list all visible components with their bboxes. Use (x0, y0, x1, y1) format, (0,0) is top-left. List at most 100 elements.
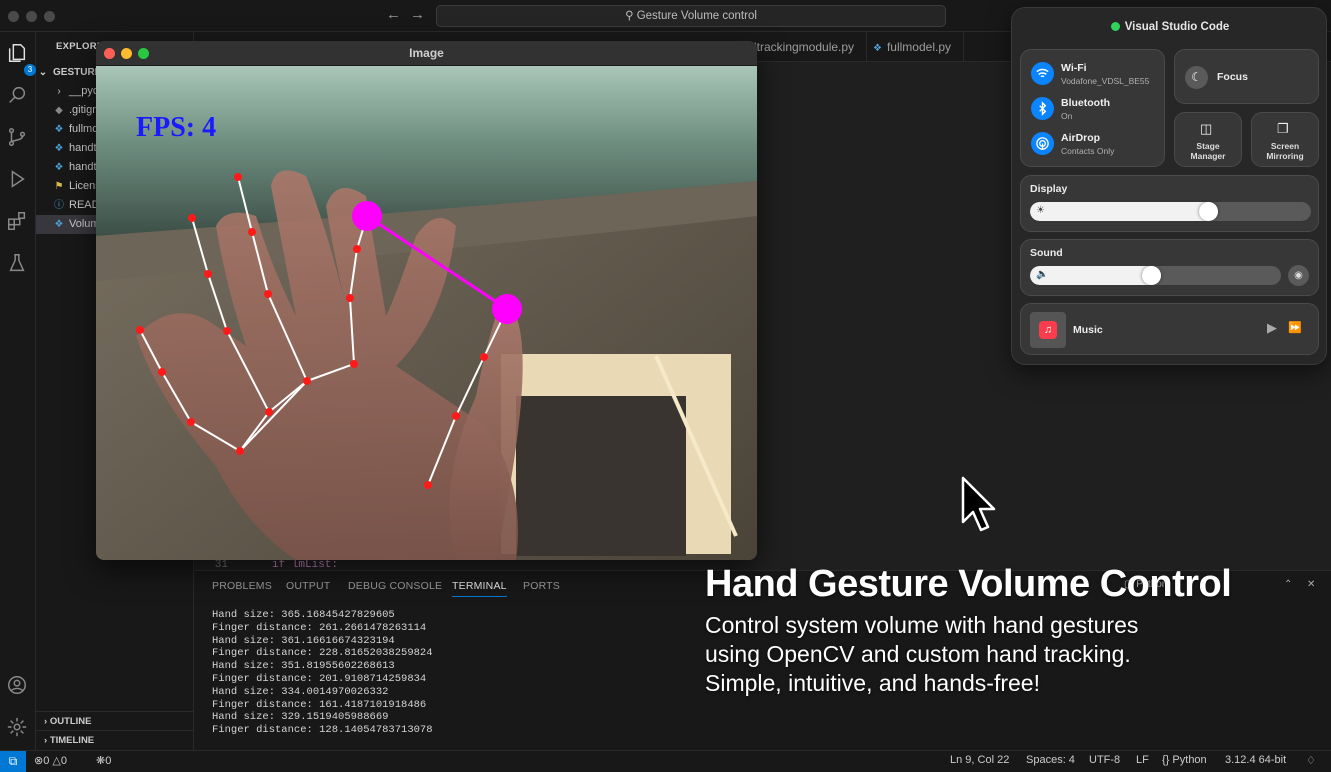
terminal-line: Finger distance: 161.4187101918486 (212, 698, 427, 711)
landmark-wrist (236, 447, 244, 455)
python-icon: ❖ (54, 124, 64, 135)
landmark (187, 418, 195, 426)
terminal-line: Finger distance: 261.2661478263114 (212, 621, 427, 634)
focus-button[interactable]: ☾ Focus (1174, 49, 1319, 104)
music-artwork: ♫ (1030, 312, 1066, 348)
window-frame (516, 396, 686, 556)
tab-ports[interactable]: PORTS (523, 580, 560, 592)
sound-volume-slider[interactable]: 🔈 (1030, 266, 1281, 285)
python-icon: ❖ (54, 219, 64, 230)
caption-line: Control system volume with hand gestures (705, 612, 1139, 638)
command-center-search[interactable]: ⚲ Gesture Volume control (436, 5, 946, 27)
search-text: Gesture Volume control (636, 10, 757, 22)
extensions-icon[interactable] (6, 210, 30, 234)
terminal-line: Hand size: 365.16845427829605 (212, 609, 395, 621)
eol-status[interactable]: LF (1136, 754, 1149, 766)
interpreter-status[interactable]: 3.12.4 64-bit (1225, 754, 1286, 766)
account-icon[interactable] (6, 674, 30, 698)
run-debug-icon[interactable] (6, 168, 30, 192)
control-center: Visual Studio Code Wi-Fi Vodafone_VDSL_B… (1011, 7, 1327, 365)
tab-fullmodel[interactable]: ❖ fullmodel.py (861, 32, 964, 62)
app-indicator-icon (1110, 22, 1120, 31)
testing-icon[interactable] (6, 252, 30, 276)
connectivity-card: Wi-Fi Vodafone_VDSL_BE55 Bluetooth On Ai… (1020, 49, 1165, 167)
close-panel-icon[interactable]: ✕ (1307, 579, 1315, 590)
caption-line: using OpenCV and custom hand tracking. (705, 641, 1131, 667)
image-window-titlebar[interactable]: Image (96, 41, 757, 66)
sound-slider-knob[interactable] (1142, 266, 1161, 285)
airdrop-icon (1031, 132, 1054, 155)
landmark (424, 481, 432, 489)
bluetooth-icon (1031, 97, 1054, 120)
terminal-line: Hand size: 351.81955602268613 (212, 660, 395, 673)
tab-terminal[interactable]: TERMINAL (452, 580, 507, 597)
play-icon[interactable]: ▶ (1267, 320, 1277, 336)
explorer-icon[interactable]: 3 (6, 42, 36, 76)
terminal-line: Finger distance: 201.9108714259834 (212, 673, 427, 685)
braces-icon: {} (1162, 754, 1170, 766)
minimize-window-button[interactable] (26, 11, 37, 22)
status-bar: ⧉ ⊗0 △0 ❋0 Ln 9, Col 22 Spaces: 4 UTF-8 … (0, 750, 1331, 772)
git-icon: ◆ (55, 105, 63, 116)
forward-arrow-icon[interactable]: → (410, 6, 425, 23)
screen-mirroring-button[interactable]: ❐ Screen Mirroring (1251, 112, 1319, 167)
opencv-image-window[interactable]: Image FPS: 4 (96, 41, 757, 560)
stage-manager-icon: ◫ (1200, 121, 1213, 136)
bluetooth-toggle[interactable]: Bluetooth On (1031, 95, 1166, 125)
sun-icon: ☀ (1036, 205, 1045, 216)
zoom-window-button[interactable] (44, 11, 55, 22)
terminal-line: Hand size: 329.1519405988669 (212, 711, 389, 724)
search-icon[interactable] (6, 84, 30, 108)
landmark (158, 368, 166, 376)
terminal-line: Finger distance: 128.14054783713078 (212, 724, 433, 737)
chevron-down-icon: ⌄ (38, 67, 48, 78)
python-icon: ❖ (54, 143, 64, 154)
back-arrow-icon[interactable]: ← (386, 6, 401, 23)
landmark (452, 412, 460, 420)
explorer-badge: 3 (24, 64, 36, 76)
license-icon: ⚑ (54, 181, 64, 192)
landmark (223, 327, 231, 335)
thumb-tip-marker (492, 294, 522, 324)
sound-card: Sound 🔈 ◉ (1020, 239, 1319, 296)
cursor-position[interactable]: Ln 9, Col 22 (950, 754, 1009, 766)
terminal-line: Hand size: 361.16616674323194 (212, 634, 395, 647)
airdrop-toggle[interactable]: AirDrop Contacts Only (1031, 130, 1166, 160)
fast-forward-icon[interactable]: ⏩ (1288, 321, 1302, 334)
encoding-status[interactable]: UTF-8 (1089, 754, 1120, 766)
landmark (188, 214, 196, 222)
tab-problems[interactable]: PROBLEMS (212, 580, 272, 592)
close-window-button[interactable] (8, 11, 19, 22)
wifi-icon (1031, 62, 1054, 85)
timeline-section[interactable]: › TIMELINE (36, 730, 194, 749)
tab-output[interactable]: OUTPUT (286, 580, 330, 592)
fps-counter: FPS: 4 (136, 112, 216, 143)
landmark (265, 408, 273, 416)
settings-gear-icon[interactable] (6, 716, 30, 740)
source-control-icon[interactable] (6, 126, 30, 150)
chevron-up-icon[interactable]: ⌃ (1284, 579, 1292, 590)
control-center-app: Visual Studio Code (1012, 21, 1328, 33)
display-slider-knob[interactable] (1199, 202, 1218, 221)
camera-frame: FPS: 4 (96, 66, 757, 560)
screen: ← → ⚲ Gesture Volume control 3 EXPLORER … (0, 0, 1331, 772)
stage-manager-button[interactable]: ◫ Stage Manager (1174, 112, 1242, 167)
now-playing-card: ♫ Music ▶ ⏩ (1020, 303, 1319, 355)
python-icon: ❖ (873, 43, 882, 54)
ports-status[interactable]: ❋0 (96, 754, 111, 767)
display-card: Display ☀ (1020, 175, 1319, 232)
tab-debug-console[interactable]: DEBUG CONSOLE (348, 580, 442, 592)
wifi-toggle[interactable]: Wi-Fi Vodafone_VDSL_BE55 (1031, 60, 1166, 90)
airplay-audio-icon[interactable]: ◉ (1288, 265, 1309, 286)
landmark (204, 270, 212, 278)
indentation-status[interactable]: Spaces: 4 (1026, 754, 1075, 766)
remote-indicator-icon[interactable]: ⧉ (0, 751, 26, 772)
problems-status[interactable]: ⊗0 △0 (34, 754, 67, 767)
notifications-bell-icon[interactable]: ♢ (1306, 754, 1316, 767)
language-status[interactable]: {} Python (1162, 754, 1207, 766)
error-icon: ⊗ (34, 755, 44, 767)
info-icon: ⓘ (54, 200, 64, 211)
landmark (480, 353, 488, 361)
outline-section[interactable]: › OUTLINE (36, 711, 194, 730)
display-brightness-slider[interactable]: ☀ (1030, 202, 1311, 221)
